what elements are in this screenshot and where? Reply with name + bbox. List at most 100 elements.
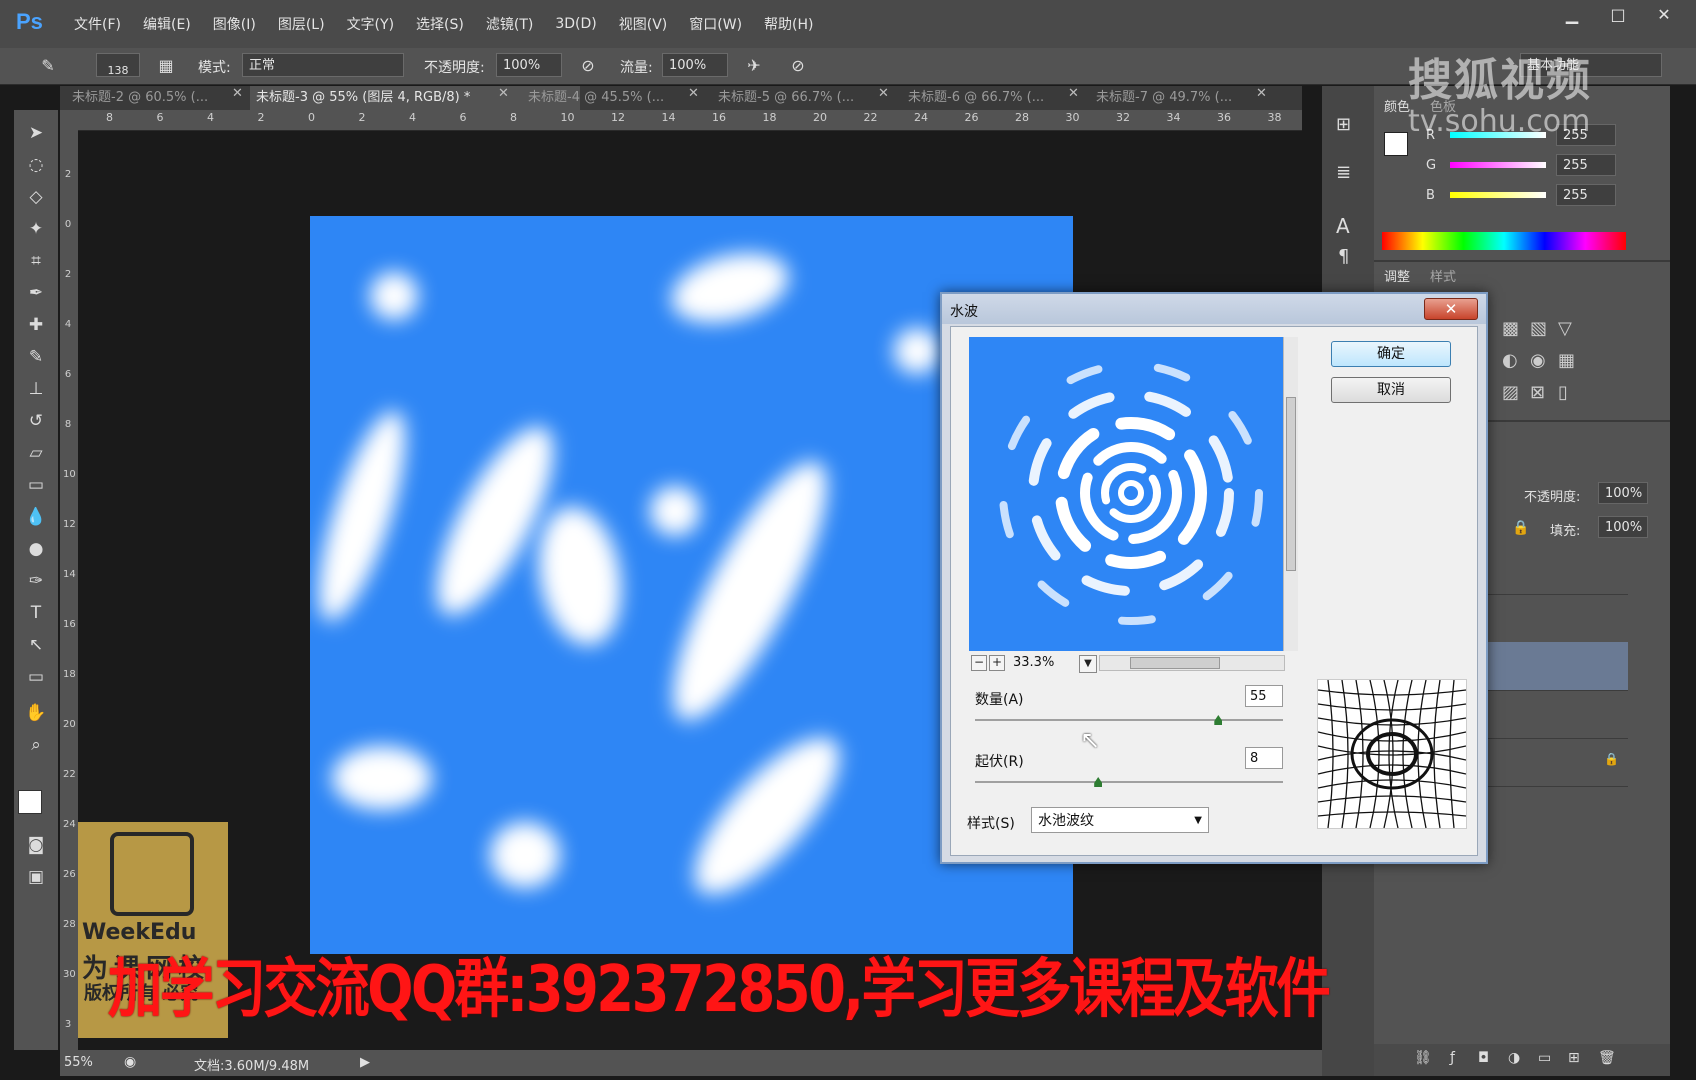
zoom-level[interactable]: 55%: [64, 1055, 93, 1070]
tab-doc-5[interactable]: 未标题-5 @ 66.7% (...: [718, 86, 870, 110]
move-tool-icon[interactable]: ➤: [22, 120, 50, 146]
color-spectrum-bar[interactable]: [1382, 232, 1626, 250]
dialog-close-button[interactable]: ✕: [1424, 298, 1478, 320]
g-slider[interactable]: [1450, 162, 1546, 168]
levels-icon[interactable]: ▩: [1502, 318, 1519, 339]
stamp-tool-icon[interactable]: ⊥: [22, 376, 50, 402]
tab-close-icon[interactable]: ✕: [1068, 86, 1079, 101]
menu-image[interactable]: 图像(I): [213, 14, 256, 34]
pressure-size-icon[interactable]: ⊘: [786, 54, 810, 78]
menu-filter[interactable]: 滤镜(T): [486, 14, 533, 34]
hue-saturation-icon[interactable]: ◐: [1502, 350, 1518, 371]
healing-brush-icon[interactable]: ✚: [22, 312, 50, 338]
g-value[interactable]: 255: [1556, 154, 1616, 176]
tab-color[interactable]: 颜色: [1384, 96, 1410, 115]
pen-tool-icon[interactable]: ✑: [22, 568, 50, 594]
tab-doc-4[interactable]: 未标题-4 @ 45.5% (...: [528, 86, 680, 110]
threshold-icon[interactable]: ▨: [1502, 382, 1519, 403]
menu-select[interactable]: 选择(S): [416, 14, 464, 34]
new-layer-icon[interactable]: ⊞: [1568, 1050, 1580, 1066]
tab-doc-2[interactable]: 未标题-2 @ 60.5% (...: [72, 86, 247, 110]
eraser-icon[interactable]: ▱: [22, 440, 50, 466]
channel-mixer-icon[interactable]: ◉: [1530, 350, 1546, 371]
gradient-icon[interactable]: ▭: [22, 472, 50, 498]
paragraph-panel-icon[interactable]: ¶: [1338, 246, 1349, 267]
minimize-button[interactable]: ▁: [1560, 4, 1584, 26]
tab-close-icon[interactable]: ✕: [232, 86, 243, 101]
path-select-icon[interactable]: ↖: [22, 632, 50, 658]
airbrush-icon[interactable]: ✈: [742, 54, 766, 78]
amount-slider-thumb[interactable]: [1214, 715, 1223, 725]
zoom-in-button[interactable]: +: [989, 655, 1005, 671]
quick-select-icon[interactable]: ✦: [22, 216, 50, 242]
history-panel-icon[interactable]: ⊞: [1336, 114, 1351, 135]
screen-mode-icon[interactable]: ▣: [22, 864, 50, 890]
group-folder-icon[interactable]: ▭: [1538, 1050, 1551, 1066]
dialog-titlebar[interactable]: 水波 ✕: [942, 294, 1486, 324]
b-slider[interactable]: [1450, 192, 1546, 198]
close-button[interactable]: ✕: [1652, 4, 1676, 26]
tab-styles[interactable]: 样式: [1430, 266, 1456, 285]
selective-color-icon[interactable]: ⊠: [1530, 382, 1545, 403]
adjustment-layer-icon[interactable]: ◑: [1508, 1050, 1520, 1066]
menu-3d[interactable]: 3D(D): [555, 16, 596, 32]
amount-slider[interactable]: [975, 719, 1283, 721]
color-lookup-icon[interactable]: ▦: [1558, 350, 1575, 371]
brush-tool-icon[interactable]: ✎: [36, 54, 60, 78]
character-panel-icon[interactable]: A: [1336, 214, 1350, 238]
gradient-map-icon[interactable]: ▽: [1558, 318, 1572, 339]
status-menu-arrow-icon[interactable]: ▶: [360, 1055, 370, 1070]
dodge-tool-icon[interactable]: ●: [22, 536, 50, 562]
lock-icon[interactable]: 🔒: [1512, 520, 1529, 536]
tab-close-icon[interactable]: ✕: [688, 86, 699, 101]
chevron-down-icon[interactable]: ▼: [1079, 655, 1097, 673]
type-tool-icon[interactable]: T: [22, 600, 50, 626]
tab-doc-6[interactable]: 未标题-6 @ 66.7% (...: [908, 86, 1060, 110]
maximize-button[interactable]: □: [1606, 4, 1630, 26]
crop-tool-icon[interactable]: ⌗: [22, 248, 50, 274]
zoom-tool-icon[interactable]: ⌕: [22, 732, 50, 758]
b-value[interactable]: 255: [1556, 184, 1616, 206]
menu-window[interactable]: 窗口(W): [689, 14, 742, 34]
status-info-icon[interactable]: ◉: [124, 1054, 136, 1070]
tab-close-icon[interactable]: ✕: [498, 86, 509, 101]
fg-color-chip[interactable]: [1384, 132, 1408, 156]
cancel-button[interactable]: 取消: [1331, 377, 1451, 403]
link-layers-icon[interactable]: ⛓: [1414, 1050, 1432, 1066]
tab-adjustments[interactable]: 调整: [1384, 266, 1410, 285]
layer-opacity-input[interactable]: 100%: [1598, 482, 1648, 504]
menu-type[interactable]: 文字(Y): [347, 14, 394, 34]
mode-select[interactable]: 正常: [242, 53, 404, 77]
menu-edit[interactable]: 编辑(E): [143, 14, 191, 34]
preview-horizontal-scrollbar[interactable]: [1099, 655, 1285, 671]
marquee-tool-icon[interactable]: ◌: [22, 152, 50, 178]
invert-icon[interactable]: ▯: [1558, 382, 1568, 403]
menu-file[interactable]: 文件(F): [74, 14, 121, 34]
filter-preview[interactable]: [969, 337, 1283, 651]
style-select[interactable]: 水池波纹 ▼: [1031, 807, 1209, 833]
curves-icon[interactable]: ▧: [1530, 318, 1547, 339]
menu-view[interactable]: 视图(V): [619, 14, 668, 34]
ridges-slider[interactable]: [975, 781, 1283, 783]
blur-tool-icon[interactable]: 💧: [22, 504, 50, 530]
tab-close-icon[interactable]: ✕: [878, 86, 889, 101]
quick-mask-icon[interactable]: ◙: [22, 832, 50, 858]
ridges-input[interactable]: 8: [1245, 747, 1283, 769]
preview-vertical-scrollbar[interactable]: [1283, 337, 1298, 651]
menu-layer[interactable]: 图层(L): [278, 14, 325, 34]
brush-size-picker[interactable]: 138: [96, 53, 140, 77]
hand-tool-icon[interactable]: ✋: [22, 700, 50, 726]
trash-icon[interactable]: 🗑: [1598, 1050, 1616, 1066]
opacity-input[interactable]: 100%: [496, 53, 562, 77]
lasso-tool-icon[interactable]: ◇: [22, 184, 50, 210]
layer-fill-input[interactable]: 100%: [1598, 516, 1648, 538]
tab-close-icon[interactable]: ✕: [1256, 86, 1267, 101]
ok-button[interactable]: 确定: [1331, 341, 1451, 367]
ridges-slider-thumb[interactable]: [1094, 777, 1103, 787]
mask-icon[interactable]: ◘: [1478, 1050, 1489, 1066]
brush-tool-icon[interactable]: ✎: [22, 344, 50, 370]
brush-panel-icon[interactable]: ▦: [154, 54, 178, 78]
menu-help[interactable]: 帮助(H): [764, 14, 813, 34]
pressure-opacity-icon[interactable]: ⊘: [576, 54, 600, 78]
flow-input[interactable]: 100%: [662, 53, 728, 77]
